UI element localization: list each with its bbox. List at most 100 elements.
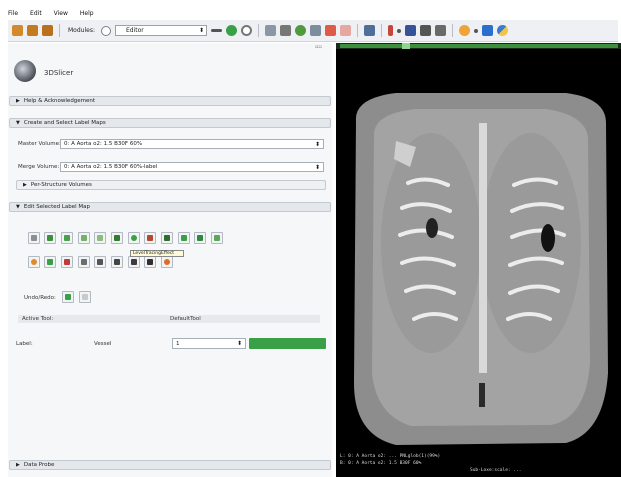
label-op-button[interactable] [94,256,106,268]
preferences-button[interactable] [144,256,156,268]
save-island-icon [181,235,187,241]
chevron-down-icon[interactable] [396,28,401,33]
change-label-button[interactable] [44,232,56,244]
wand-button[interactable] [28,256,40,268]
master-volume-select[interactable]: 0: A Aorta o2: 1.5 B30F 60% ⬍ [60,139,324,149]
search-icon[interactable] [100,25,111,36]
default-tool-button[interactable] [28,232,40,244]
history-icon[interactable] [240,25,252,36]
transform-icon[interactable] [294,25,306,36]
level-tracing-button[interactable] [94,232,106,244]
cancel-effect-button[interactable] [161,256,173,268]
grow-cut-icon [47,259,53,265]
python-icon[interactable] [496,25,508,36]
sun-icon[interactable] [458,25,470,36]
wand-icon [31,259,37,265]
panel-undock-icon[interactable]: ▫▫ [315,44,327,50]
label-color-swatch[interactable] [249,338,326,349]
islands-icon [131,235,137,241]
section-edit[interactable]: ▼ Edit Selected Label Map [9,202,331,212]
ct-slice-image[interactable] [336,43,621,477]
extension-icon[interactable] [419,25,431,36]
dicom-icon[interactable] [27,25,38,36]
identify-islands-button[interactable] [128,232,140,244]
triangle-right-icon: ▶ [23,182,27,188]
crosshair-icon[interactable] [387,25,393,36]
label-value-spinbox[interactable]: 1 ⬍ [172,338,246,349]
grid-icon[interactable] [264,25,276,36]
ruler-icon[interactable] [339,25,351,36]
module-select[interactable]: Editor ⬍ [114,25,207,36]
triangle-down-icon: ▼ [16,120,20,126]
merge-volume-select[interactable]: 0: A Aorta o2: 1.5 B30F 60%-label ⬍ [60,162,324,172]
erode-button[interactable] [144,232,156,244]
change-island-icon [197,235,203,241]
spinbox-arrows-icon: ⬍ [236,340,242,347]
screenshot-icon[interactable] [404,25,416,36]
threshold-button[interactable] [111,232,123,244]
grow-cut-button[interactable] [44,256,56,268]
menu-edit[interactable]: Edit [30,10,42,17]
paint-button[interactable] [61,232,73,244]
section-help-label: Help & Acknowledgement [23,98,96,104]
menu-help[interactable]: Help [80,10,94,17]
preferences-icon [147,259,153,265]
chevron-down-icon[interactable] [473,28,478,33]
label-label: Label: [16,341,33,347]
redo-icon [82,294,88,300]
slice-slider-handle[interactable] [402,43,410,49]
rectangle-icon [64,259,70,265]
fiducial-icon[interactable] [324,25,336,36]
dilate-button[interactable] [161,232,173,244]
fast-marching-icon [114,259,120,265]
undo-button[interactable] [62,291,74,303]
rectangle-button[interactable] [61,256,73,268]
draw-button[interactable] [78,232,90,244]
slice-offset-slider[interactable] [340,44,618,48]
extension-manager-icon[interactable] [434,25,446,36]
wand-effect-icon [131,259,137,265]
merge-volume-value: 0: A Aorta o2: 1.5 B30F 60%-label [64,164,158,170]
menu-view[interactable]: View [54,10,68,17]
help-icon[interactable] [481,25,493,36]
section-create[interactable]: ▼ Create and Select Label Maps [9,118,331,128]
effect-tooltip: LevelTracingEffect [130,250,184,257]
redo-button[interactable] [79,291,91,303]
change-island-button[interactable] [194,232,206,244]
viewer-overlay-bottom: Sub-Loxe:scale: ... [470,468,522,473]
wand-effect-button[interactable] [128,256,140,268]
modules-label: Modules: [68,27,95,34]
menu-file[interactable]: File [8,10,18,17]
merge-volume-label: Merge Volume: [18,164,60,170]
model-icon[interactable] [279,25,291,36]
module-select-value: Editor [125,27,144,34]
remove-islands-button[interactable] [211,232,223,244]
section-data-probe[interactable]: ▶ Data Probe [9,460,331,470]
section-help[interactable]: ▶ Help & Acknowledgement [9,96,331,106]
save-icon[interactable] [42,25,53,36]
undo-icon [65,294,71,300]
master-volume-label: Master Volume: [18,141,61,147]
chevron-updown-icon: ⬍ [314,164,320,171]
threshold-icon [114,235,120,241]
master-volume-value: 0: A Aorta o2: 1.5 B30F 60% [64,141,143,147]
arrow-icon [31,235,37,241]
active-tool-value: DefaultTool [170,316,201,322]
fast-marching-button[interactable] [111,256,123,268]
save-island-button[interactable] [178,232,190,244]
slice-viewer[interactable] [336,43,621,477]
per-structure-volumes-toggle[interactable]: ▶ Per-Structure Volumes [16,180,326,190]
make-model-button[interactable] [78,256,90,268]
active-tool-header [18,315,320,323]
section-edit-label: Edit Selected Label Map [23,204,91,210]
paint-icon [64,235,70,241]
annotation-icon[interactable] [309,25,321,36]
menu-bar: File Edit View Help [8,8,328,18]
swap-icon [47,235,53,241]
triangle-right-icon: ▶ [16,462,20,468]
load-data-icon[interactable] [12,25,23,36]
minus-icon[interactable] [210,29,222,32]
forward-icon[interactable] [225,25,237,36]
layout-select-icon[interactable] [363,25,375,36]
main-toolbar: Modules: Editor ⬍ [8,20,618,42]
